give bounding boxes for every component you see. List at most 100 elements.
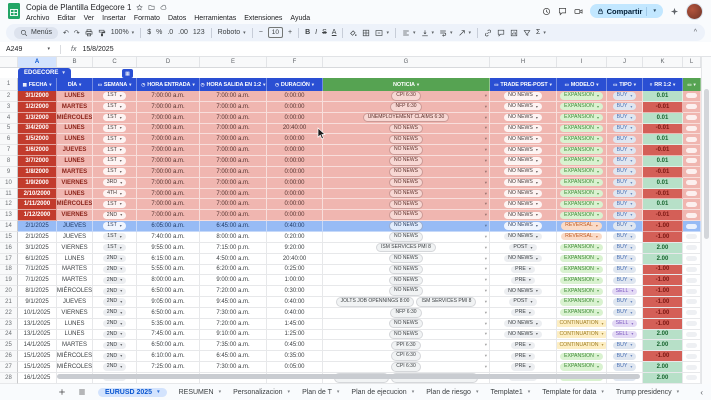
italic-button[interactable]: I xyxy=(315,29,317,36)
cell-semana[interactable]: 2ND▾ xyxy=(93,297,137,308)
cell-semana[interactable]: 4TH▾ xyxy=(93,189,137,200)
trade-dropdown[interactable]: NO NEWS▾ xyxy=(504,125,542,132)
cell-duracion[interactable]: 0:35:00 xyxy=(267,351,323,362)
cell-fecha[interactable]: 15/1/2025 xyxy=(18,362,57,373)
trade-dropdown[interactable]: PRE▾ xyxy=(511,363,535,370)
cell-modelo[interactable]: EXPANSION▾ xyxy=(557,199,607,210)
cell-modelo[interactable]: EXPANSION▾ xyxy=(557,286,607,297)
cell-extra[interactable] xyxy=(683,330,701,341)
cell-modelo[interactable]: CONTINUATION▾ xyxy=(557,330,607,341)
tipo-dropdown[interactable]: BUY▾ xyxy=(613,114,637,121)
cell-duracion[interactable]: 0:00:00 xyxy=(267,102,323,113)
chevron-down-icon[interactable]: ▾ xyxy=(157,389,160,395)
chevron-down-icon[interactable]: ▾ xyxy=(485,212,487,218)
table-header-modelo[interactable]: ▭MODELO▾ xyxy=(557,78,607,91)
add-sheet-icon[interactable] xyxy=(58,388,66,396)
trade-dropdown[interactable]: NO NEWS▾ xyxy=(504,233,542,240)
row-number[interactable]: 7 xyxy=(0,145,18,156)
chevron-down-icon[interactable]: ▾ xyxy=(485,234,487,240)
font-size-input[interactable]: 10 xyxy=(268,27,283,38)
cell-noticia[interactable]: NO NEWS▾ xyxy=(323,232,490,243)
cell-hora-entrada[interactable]: 6:50:00 a.m. xyxy=(137,286,200,297)
cell-extra[interactable] xyxy=(683,102,701,113)
chevron-down-icon[interactable]: ▾ xyxy=(219,389,222,395)
meet-icon[interactable] xyxy=(574,7,583,16)
tipo-dropdown[interactable]: BUY▾ xyxy=(613,298,637,305)
cell-fecha[interactable]: 2/1/2025 xyxy=(18,232,57,243)
more-formats-button[interactable]: 123 xyxy=(193,29,205,36)
cell-tipo[interactable]: BUY▾ xyxy=(607,145,643,156)
row-number[interactable]: 14 xyxy=(0,221,18,232)
column-header-h[interactable]: H xyxy=(490,57,557,67)
modelo-dropdown[interactable]: CONTINUATION▾ xyxy=(557,320,607,327)
table-header-trade-pre-post[interactable]: ▭TRADE PRE-POST▾ xyxy=(490,78,557,91)
cell-hora-salida[interactable]: 7:00:00 a.m. xyxy=(200,189,267,200)
row-number[interactable]: 27 xyxy=(0,362,18,373)
cell-trade-pre-post[interactable]: PRE▾ xyxy=(490,275,557,286)
column-header-l[interactable]: L xyxy=(683,57,701,67)
modelo-dropdown[interactable]: EXPANSION▾ xyxy=(560,103,603,110)
chevron-down-icon[interactable]: ▾ xyxy=(485,147,487,153)
print-button[interactable] xyxy=(85,29,93,37)
cell-rr[interactable]: -0.01 xyxy=(643,102,683,113)
cell-rr[interactable]: 0.01 xyxy=(643,91,683,102)
chevron-down-icon[interactable]: ▾ xyxy=(677,389,680,395)
semana-dropdown[interactable]: 1ST▾ xyxy=(103,125,126,132)
cell-semana[interactable]: 2ND▾ xyxy=(93,210,137,221)
merge-cells-button[interactable]: ▾ xyxy=(375,29,389,37)
modelo-dropdown[interactable]: EXPANSION▾ xyxy=(560,309,603,316)
cell-rr[interactable]: -1.00 xyxy=(643,221,683,232)
cell-hora-entrada[interactable]: 7:25:00 a.m. xyxy=(137,362,200,373)
cell-hora-salida[interactable]: 7:20:00 a.m. xyxy=(200,319,267,330)
cell-rr[interactable]: 2.00 xyxy=(643,330,683,341)
share-dropdown-icon[interactable]: ▾ xyxy=(653,8,656,14)
cell-extra[interactable] xyxy=(683,308,701,319)
trade-dropdown[interactable]: NO NEWS▾ xyxy=(504,147,542,154)
row-number[interactable]: 23 xyxy=(0,319,18,330)
cell-dia[interactable]: VIERNES xyxy=(57,210,93,221)
table-header-hora-salida-en-1-2[interactable]: ◷HORA SALIDA EN 1:2▾ xyxy=(200,78,267,91)
cell-modelo[interactable]: EXPANSION▾ xyxy=(557,134,607,145)
cell-fecha[interactable]: 1/2/2000 xyxy=(18,102,57,113)
cell-semana[interactable]: 2ND▾ xyxy=(93,362,137,373)
row-number[interactable]: 15 xyxy=(0,232,18,243)
modelo-dropdown[interactable]: EXPANSION▾ xyxy=(560,288,603,295)
column-header-b[interactable]: B xyxy=(57,57,93,67)
cell-hora-entrada[interactable]: 8:00:00 a.m. xyxy=(137,275,200,286)
semana-dropdown[interactable]: 1ST▾ xyxy=(103,233,126,240)
cell-noticia[interactable]: NO NEWS▾ xyxy=(323,286,490,297)
cell-hora-salida[interactable]: 9:45:00 a.m. xyxy=(200,297,267,308)
chevron-down-icon[interactable]: ▾ xyxy=(485,353,487,359)
cell-hora-salida[interactable]: 7:20:00 a.m. xyxy=(200,286,267,297)
semana-dropdown[interactable]: 1ST▾ xyxy=(103,92,126,99)
modelo-dropdown[interactable]: REVERSAL▾ xyxy=(561,233,602,240)
modelo-dropdown[interactable]: EXPANSION▾ xyxy=(560,190,603,197)
cell-fecha[interactable]: 6/1/2025 xyxy=(18,254,57,265)
cell-extra[interactable] xyxy=(683,167,701,178)
row-number[interactable]: 21 xyxy=(0,297,18,308)
cell-noticia[interactable]: JOLTS JOB OPENNINGS 8:00ISM SERVICES PMI… xyxy=(323,297,490,308)
trade-dropdown[interactable]: PRE▾ xyxy=(511,342,535,349)
cell-rr[interactable]: 2.00 xyxy=(643,362,683,373)
chevron-down-icon[interactable]: ▾ xyxy=(288,389,291,395)
cell-extra[interactable] xyxy=(683,134,701,145)
menu-ayuda[interactable]: Ayuda xyxy=(290,15,310,22)
cell-fecha[interactable]: 3/4/2000 xyxy=(18,124,57,135)
tipo-dropdown[interactable]: BUY▾ xyxy=(613,179,637,186)
cell-hora-salida[interactable]: 9:00:00 a.m. xyxy=(200,275,267,286)
all-sheets-icon[interactable] xyxy=(78,388,86,396)
chevron-down-icon[interactable]: ▾ xyxy=(263,82,265,88)
cell-trade-pre-post[interactable]: NO NEWS▾ xyxy=(490,134,557,145)
cell-rr[interactable]: -0.01 xyxy=(643,124,683,135)
semana-dropdown[interactable]: 1ST▾ xyxy=(103,222,126,229)
cell-tipo[interactable]: BUY▾ xyxy=(607,362,643,373)
modelo-dropdown[interactable]: CONTINUATION▾ xyxy=(557,331,607,338)
cell-semana[interactable]: 1ST▾ xyxy=(93,156,137,167)
trade-dropdown[interactable]: NO NEWS▾ xyxy=(504,222,542,229)
cell-hora-entrada[interactable]: 7:00:00 a.m. xyxy=(137,124,200,135)
cell-fecha[interactable]: 10/1/2025 xyxy=(18,308,57,319)
cell-rr[interactable]: 2.00 xyxy=(643,373,683,384)
chevron-down-icon[interactable]: ▾ xyxy=(634,82,636,88)
comments-icon[interactable] xyxy=(558,7,567,16)
cell-noticia[interactable]: NO NEWS▾ xyxy=(323,210,490,221)
